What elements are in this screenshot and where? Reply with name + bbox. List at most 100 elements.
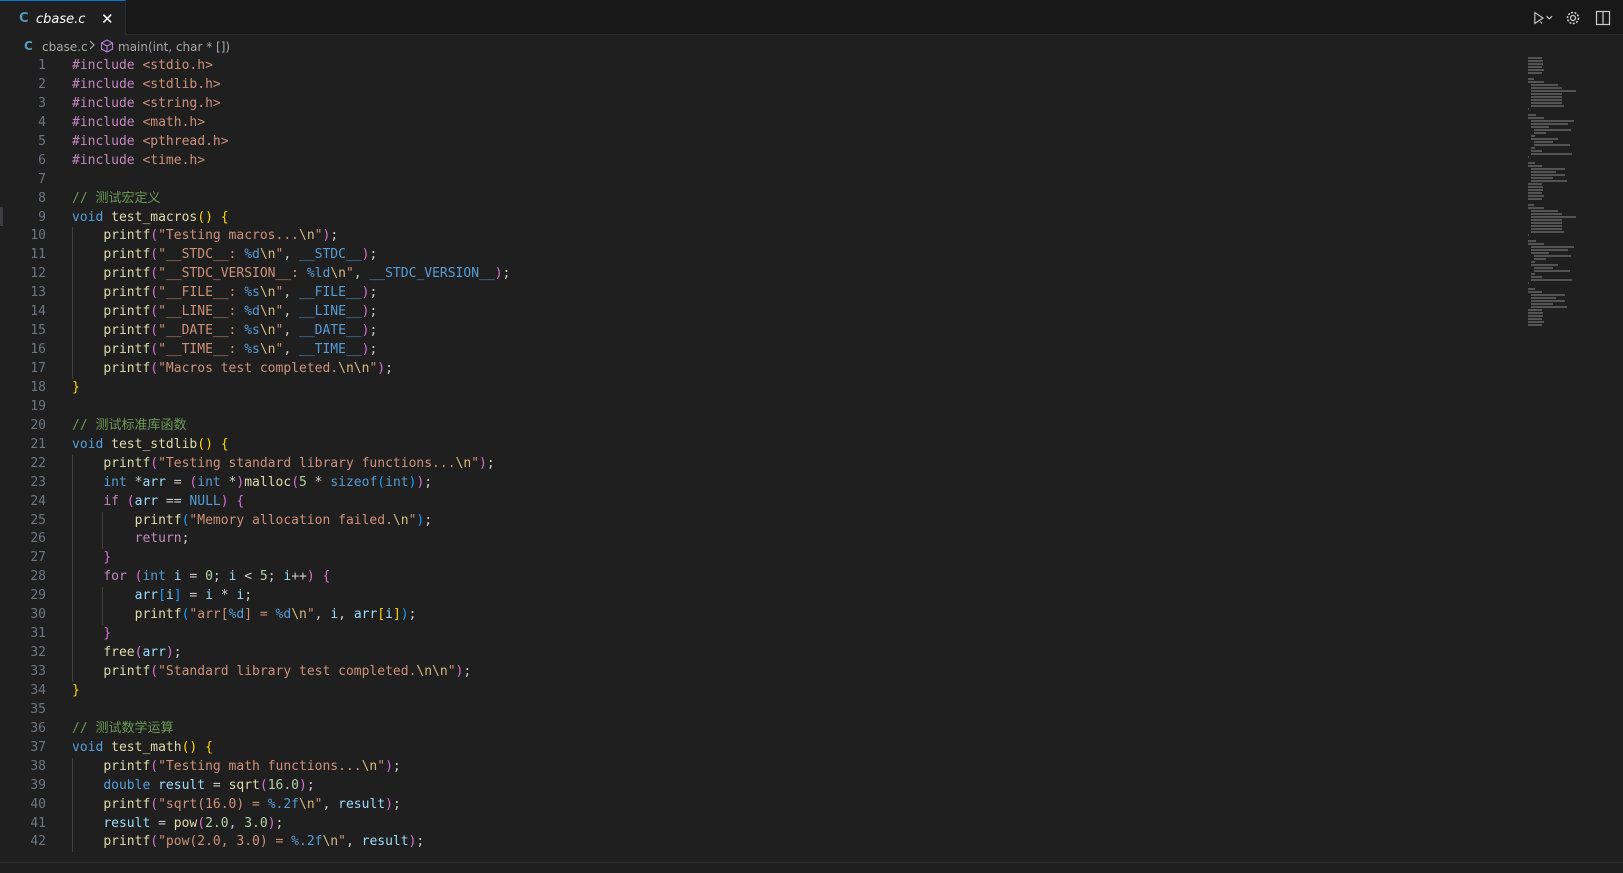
code-editor[interactable]: 1 #include <stdio.h> 2 #include <stdlib.h> 3… [0, 57, 1623, 862]
line-text[interactable]: printf("sqrt(16.0) = %.2f\n", result); [72, 796, 400, 815]
code-line[interactable]: 37 void test_math() { [0, 739, 1520, 758]
code-line[interactable]: 24 if (arr == NULL) { [0, 492, 1520, 512]
code-line[interactable]: 32 free(arr); [0, 644, 1520, 663]
line-text[interactable]: } [72, 625, 111, 644]
line-text[interactable]: printf("Memory allocation failed.\n"); [72, 512, 432, 531]
line-text[interactable]: printf("Testing math functions...\n"); [72, 758, 400, 777]
code-line[interactable]: 8 // 测试宏定义 [0, 190, 1520, 209]
line-text[interactable]: #include <string.h> [72, 95, 221, 114]
line-text[interactable]: } [72, 682, 80, 701]
minimap-line [1528, 117, 1544, 119]
line-text[interactable]: #include <math.h> [72, 114, 205, 133]
code-line[interactable]: 35 [0, 701, 1520, 720]
code-line[interactable]: 7 [0, 171, 1520, 190]
code-line[interactable]: 39 double result = sqrt(16.0); [0, 776, 1520, 796]
code-line[interactable]: 42 printf("pow(2.0, 3.0) = %.2f\n", resu… [0, 833, 1520, 853]
line-text[interactable]: printf("Standard library test completed.… [72, 663, 471, 682]
line-number: 7 [38, 171, 46, 187]
line-text[interactable]: void test_math() { [72, 739, 213, 758]
code-line[interactable]: 30 printf("arr[%d] = %d\n", i, arr[i]); [0, 606, 1520, 626]
line-text[interactable]: } [72, 379, 80, 398]
line-text[interactable]: int *arr = (int *)malloc(5 * sizeof(int)… [72, 474, 432, 493]
minimap[interactable] [1528, 57, 1598, 337]
line-text[interactable]: printf("Macros test completed.\n\n"); [72, 360, 393, 379]
line-text[interactable]: printf("__TIME__: %s\n", __TIME__); [72, 341, 377, 360]
line-text[interactable]: for (int i = 0; i < 5; i++) { [72, 568, 330, 587]
code-line[interactable]: 22 printf("Testing standard library func… [0, 454, 1520, 474]
code-line[interactable]: 27 } [0, 549, 1520, 569]
run-debug-icon[interactable] [1533, 8, 1553, 28]
code-line[interactable]: 16 printf("__TIME__: %s\n", __TIME__); [0, 341, 1520, 360]
line-text[interactable]: void test_stdlib() { [72, 436, 229, 455]
code-line[interactable]: 28 for (int i = 0; i < 5; i++) { [0, 568, 1520, 588]
line-text[interactable]: #include <pthread.h> [72, 133, 229, 152]
line-number: 21 [30, 436, 46, 452]
code-line[interactable]: 10 printf("Testing macros...\n"); [0, 227, 1520, 247]
chevron-right-icon [88, 39, 96, 54]
line-text[interactable]: return; [72, 530, 190, 549]
minimap-line [1531, 210, 1559, 212]
code-line[interactable]: 23 int *arr = (int *)malloc(5 * sizeof(i… [0, 473, 1520, 493]
code-line[interactable]: 34} [0, 682, 1520, 701]
code-line[interactable]: 18} [0, 379, 1520, 398]
line-text[interactable]: printf("pow(2.0, 3.0) = %.2f\n", result)… [72, 833, 424, 852]
line-text[interactable]: // 测试标准库函数 [72, 417, 186, 436]
code-line[interactable]: 13 printf("__FILE__: %s\n", __FILE__); [0, 284, 1520, 304]
line-text[interactable]: printf("arr[%d] = %d\n", i, arr[i]); [72, 606, 417, 625]
code-line[interactable]: 9 void test_macros() { [0, 209, 1520, 228]
code-line[interactable]: 25 printf("Memory allocation failed.\n")… [0, 511, 1520, 531]
code-line[interactable]: 3 #include <string.h> [0, 95, 1520, 114]
line-text[interactable]: #include <time.h> [72, 152, 205, 171]
line-text[interactable]: #include <stdio.h> [72, 57, 213, 76]
code-line[interactable]: 31 } [0, 625, 1520, 645]
code-line[interactable]: 26 return; [0, 530, 1520, 550]
minimap-line [1531, 90, 1576, 92]
code-line[interactable]: 19 [0, 398, 1520, 417]
code-line[interactable]: 41 result = pow(2.0, 3.0); [0, 814, 1520, 834]
code-line[interactable]: 11 printf("__STDC__: %d\n", __STDC__); [0, 246, 1520, 266]
code-line[interactable]: 33 printf("Standard library test complet… [0, 663, 1520, 682]
code-line[interactable]: 4 #include <math.h> [0, 114, 1520, 133]
line-text[interactable]: if (arr == NULL) { [72, 493, 244, 512]
line-text[interactable]: double result = sqrt(16.0); [72, 777, 314, 796]
line-text[interactable]: printf("Testing standard library functio… [72, 455, 494, 474]
breadcrumb-symbol[interactable]: main(int, char * []) [118, 40, 230, 54]
line-text[interactable]: printf("__STDC__: %d\n", __STDC__); [72, 246, 377, 265]
code-line[interactable]: 38 printf("Testing math functions...\n")… [0, 757, 1520, 777]
tab-cbase-c[interactable]: C cbase.c ✕ [0, 0, 126, 35]
minimap-line [1531, 213, 1563, 215]
line-text[interactable]: printf("__LINE__: %d\n", __LINE__); [72, 303, 377, 322]
line-text[interactable]: } [72, 549, 111, 568]
line-text[interactable]: void test_macros() { [72, 209, 229, 228]
code-line[interactable]: 21 void test_stdlib() { [0, 436, 1520, 455]
code-lines[interactable]: 1 #include <stdio.h> 2 #include <stdlib.h> 3… [0, 57, 1520, 853]
line-text[interactable]: // 测试宏定义 [72, 190, 160, 209]
line-text[interactable]: free(arr); [72, 644, 181, 663]
code-line[interactable]: 17 printf("Macros test completed.\n\n"); [0, 360, 1520, 379]
line-text[interactable]: printf("__DATE__: %s\n", __DATE__); [72, 322, 377, 341]
code-line[interactable]: 1 #include <stdio.h> [0, 57, 1520, 76]
code-line[interactable]: 40 printf("sqrt(16.0) = %.2f\n", result)… [0, 795, 1520, 815]
line-text[interactable]: printf("Testing macros...\n"); [72, 227, 338, 246]
code-line[interactable]: 12 printf("__STDC_VERSION__: %ld\n", __S… [0, 265, 1520, 285]
code-line[interactable]: 14 printf("__LINE__: %d\n", __LINE__); [0, 303, 1520, 323]
code-line[interactable]: 6 #include <time.h> [0, 152, 1520, 171]
code-line[interactable]: 2 #include <stdlib.h> [0, 76, 1520, 95]
horizontal-scrollbar[interactable] [0, 862, 1623, 873]
line-text[interactable]: printf("__STDC_VERSION__: %ld\n", __STDC… [72, 265, 510, 284]
code-line[interactable]: 36 // 测试数学运算 [0, 720, 1520, 739]
close-icon[interactable]: ✕ [101, 10, 114, 28]
line-text[interactable]: // 测试数学运算 [72, 720, 173, 739]
line-text[interactable]: #include <stdlib.h> [72, 76, 221, 95]
split-editor-icon[interactable] [1593, 8, 1613, 28]
code-line[interactable]: 29 arr[i] = i * i; [0, 587, 1520, 607]
breadcrumb-file[interactable]: cbase.c [42, 40, 88, 54]
gear-icon[interactable] [1563, 8, 1583, 28]
line-text[interactable]: result = pow(2.0, 3.0); [72, 815, 283, 834]
line-text[interactable]: arr[i] = i * i; [72, 587, 252, 606]
line-text[interactable]: printf("__FILE__: %s\n", __FILE__); [72, 284, 377, 303]
code-line[interactable]: 15 printf("__DATE__: %s\n", __DATE__); [0, 322, 1520, 342]
code-line[interactable]: 20 // 测试标准库函数 [0, 417, 1520, 436]
minimap-line [1531, 150, 1543, 152]
code-line[interactable]: 5 #include <pthread.h> [0, 133, 1520, 152]
